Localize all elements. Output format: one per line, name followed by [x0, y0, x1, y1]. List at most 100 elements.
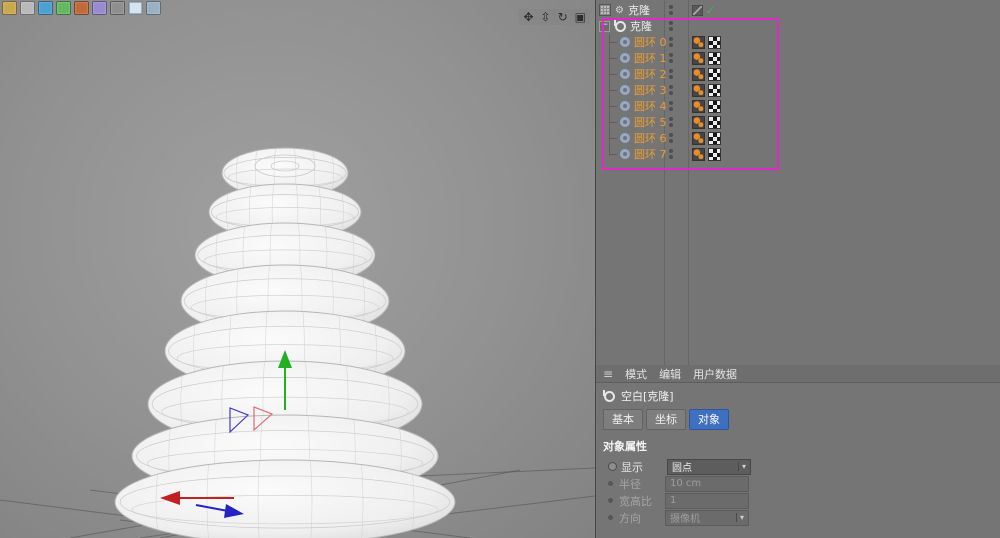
- visibility-dots[interactable]: [669, 133, 673, 143]
- field-value: 1: [670, 495, 677, 506]
- object-label[interactable]: 圆环 1: [634, 50, 667, 66]
- texture-tag-icon[interactable]: [708, 99, 721, 113]
- object-row-cloner[interactable]: 克隆 ✓: [596, 2, 1000, 18]
- chevron-down-icon: [737, 462, 746, 471]
- radius-field[interactable]: 10 cm: [665, 475, 749, 492]
- object-label[interactable]: 圆环 4: [634, 98, 667, 114]
- object-row-null[interactable]: 克隆: [596, 18, 1000, 34]
- menu-item-userdata[interactable]: 用户数据: [693, 366, 737, 382]
- keyframe-icon[interactable]: [608, 515, 613, 520]
- menu-item-mode[interactable]: 模式: [625, 366, 647, 382]
- object-label[interactable]: 圆环 7: [634, 146, 667, 162]
- object-row-torus[interactable]: 圆环 1: [596, 50, 1000, 66]
- visibility-dots[interactable]: [669, 85, 673, 95]
- enabled-check-icon[interactable]: ✓: [706, 4, 715, 17]
- tree-line: [609, 137, 617, 139]
- phong-tag-icon[interactable]: [692, 147, 705, 161]
- visibility-dots[interactable]: [669, 117, 673, 127]
- aspect-field[interactable]: 1: [665, 492, 749, 509]
- visibility-dots[interactable]: [669, 21, 673, 31]
- visibility-dots[interactable]: [669, 5, 673, 15]
- property-row-orientation: 方向 摄像机: [596, 509, 1000, 526]
- phong-tag-icon[interactable]: [692, 67, 705, 81]
- display-dropdown[interactable]: 圆点: [667, 458, 751, 475]
- object-row-torus[interactable]: 圆环 2: [596, 66, 1000, 82]
- texture-tag-icon[interactable]: [708, 131, 721, 145]
- pan-view-icon[interactable]: ✥: [523, 10, 533, 24]
- keyframe-icon[interactable]: [608, 481, 613, 486]
- texture-tag-icon[interactable]: [708, 67, 721, 81]
- toolbar-icon[interactable]: [38, 1, 53, 15]
- orientation-dropdown[interactable]: 摄像机: [665, 509, 749, 526]
- visibility-dots[interactable]: [669, 69, 673, 79]
- field-value: 10 cm: [670, 478, 702, 489]
- object-label[interactable]: 克隆: [630, 18, 652, 34]
- keyframe-icon[interactable]: [608, 498, 613, 503]
- phong-tag-icon[interactable]: [692, 131, 705, 145]
- texture-tag-icon[interactable]: [708, 35, 721, 49]
- dolly-view-icon[interactable]: ⇳: [541, 10, 551, 24]
- object-label[interactable]: 克隆: [628, 2, 650, 18]
- texture-tag-icon[interactable]: [708, 83, 721, 97]
- phong-tag-icon[interactable]: [692, 83, 705, 97]
- visibility-dots[interactable]: [669, 101, 673, 111]
- phong-tag-icon[interactable]: [692, 115, 705, 129]
- viewport-nav: ✥ ⇳ ↻ ▣: [519, 9, 590, 25]
- object-label[interactable]: 圆环 6: [634, 130, 667, 146]
- tree-line: [609, 89, 617, 91]
- texture-tag-icon[interactable]: [708, 115, 721, 129]
- rotate-view-icon[interactable]: ↻: [558, 10, 568, 24]
- attribute-object-header: 空白[克隆]: [596, 383, 1000, 407]
- object-children: 圆环 0 圆环 1 圆环 2 圆环 3 圆环 4 圆环 5 圆环 6 圆环 7: [596, 34, 1000, 162]
- phong-tag-icon[interactable]: [692, 35, 705, 49]
- texture-tag-icon[interactable]: [708, 51, 721, 65]
- null-object-icon: [603, 390, 615, 402]
- viewport-3d[interactable]: ✥ ⇳ ↻ ▣: [0, 0, 595, 538]
- torus-icon: [620, 53, 630, 63]
- maximize-view-icon[interactable]: ▣: [575, 10, 586, 24]
- object-row-torus[interactable]: 圆环 4: [596, 98, 1000, 114]
- phong-tag-icon[interactable]: [692, 51, 705, 65]
- tree-line: [609, 57, 617, 59]
- scene-torus-stack[interactable]: [0, 0, 595, 538]
- cloner-gear-icon: [615, 5, 624, 16]
- toolbar-icon[interactable]: [128, 1, 143, 15]
- tab-coordinates[interactable]: 坐标: [646, 409, 686, 430]
- dropdown-value: 摄像机: [670, 514, 700, 525]
- object-label[interactable]: 圆环 3: [634, 82, 667, 98]
- toolbar-icon[interactable]: [20, 1, 35, 15]
- torus-icon: [620, 85, 630, 95]
- toolbar-icon[interactable]: [2, 1, 17, 15]
- visibility-dots[interactable]: [669, 37, 673, 47]
- object-label[interactable]: 圆环 5: [634, 114, 667, 130]
- disabled-tag-icon[interactable]: [692, 4, 703, 16]
- torus-icon: [620, 149, 630, 159]
- phong-tag-icon[interactable]: [692, 99, 705, 113]
- object-label[interactable]: 圆环 0: [634, 34, 667, 50]
- visibility-dots[interactable]: [669, 149, 673, 159]
- chevron-down-icon: [735, 513, 744, 522]
- toolbar-icon[interactable]: [74, 1, 89, 15]
- object-label[interactable]: 圆环 2: [634, 66, 667, 82]
- toolbar-icon[interactable]: [146, 1, 161, 15]
- object-row-torus[interactable]: 圆环 3: [596, 82, 1000, 98]
- tree-line: [609, 153, 617, 155]
- tab-object[interactable]: 对象: [689, 409, 729, 430]
- texture-tag-icon[interactable]: [708, 147, 721, 161]
- tab-basic[interactable]: 基本: [603, 409, 643, 430]
- object-row-torus[interactable]: 圆环 7: [596, 146, 1000, 162]
- main-toolbar: [2, 1, 161, 15]
- object-row-torus[interactable]: 圆环 5: [596, 114, 1000, 130]
- object-row-torus[interactable]: 圆环 0: [596, 34, 1000, 50]
- menu-item-edit[interactable]: 编辑: [659, 366, 681, 382]
- toolbar-icon[interactable]: [110, 1, 125, 15]
- toolbar-icon[interactable]: [56, 1, 71, 15]
- object-row-torus[interactable]: 圆环 6: [596, 130, 1000, 146]
- keyframe-icon[interactable]: [608, 462, 617, 471]
- attribute-manager: 模式 编辑 用户数据 空白[克隆] 基本 坐标 对象 对象属性 显示 圆点: [596, 365, 1000, 538]
- toolbar-icon[interactable]: [92, 1, 107, 15]
- visibility-dots[interactable]: [669, 53, 673, 63]
- collapse-icon[interactable]: [599, 20, 610, 32]
- property-row-radius: 半径 10 cm: [596, 475, 1000, 492]
- menu-icon[interactable]: [603, 367, 613, 381]
